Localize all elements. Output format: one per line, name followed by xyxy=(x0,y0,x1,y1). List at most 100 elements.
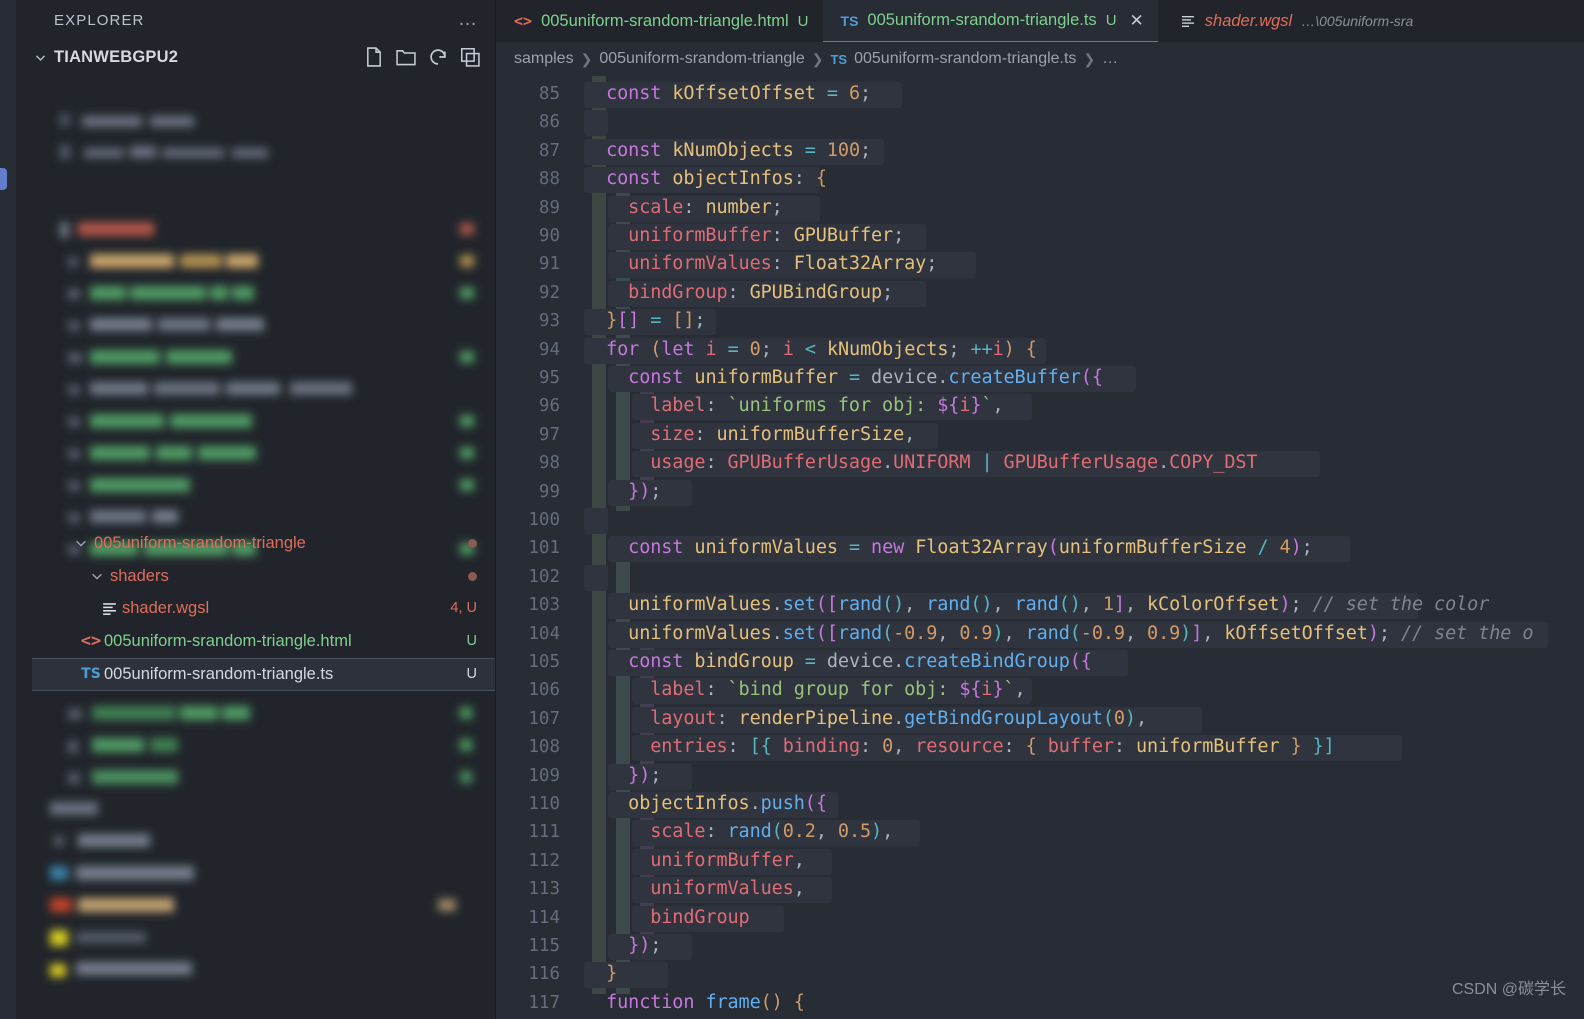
code-token: : xyxy=(793,168,816,190)
code-line[interactable]: layout: renderPipeline.getBindGroupLayou… xyxy=(584,708,1147,729)
code-line[interactable]: const objectInfos: { xyxy=(584,168,827,189)
line-number: 100 xyxy=(528,510,560,530)
tree-item-folder-shaders[interactable]: shaders xyxy=(16,560,495,593)
line-number: 104 xyxy=(528,623,560,644)
breadcrumb-item-symbol[interactable]: … xyxy=(1102,50,1118,68)
code-token: rand xyxy=(926,594,971,616)
code-line[interactable]: }); xyxy=(584,481,661,502)
code-token: getBindGroupLayout xyxy=(904,707,1103,729)
chevron-down-icon[interactable] xyxy=(68,536,94,550)
tab-label: shader.wgsl xyxy=(1204,11,1293,30)
tree-item-folder-005uniform-srandom-triangle[interactable]: 005uniform-srandom-triangle xyxy=(16,527,495,560)
code-token: usage xyxy=(650,452,706,474)
code-token: . xyxy=(893,707,905,729)
code-editor[interactable]: 85 const kOffsetOffset = 6; 86 87 const kN… xyxy=(496,76,1584,1019)
code-token: renderPipeline xyxy=(738,707,894,729)
code-token: ) xyxy=(1279,594,1291,616)
breadcrumb-item-file[interactable]: 005uniform-srandom-triangle.ts xyxy=(854,50,1076,68)
code-token: 0 xyxy=(1113,707,1125,729)
code-line[interactable]: const kNumObjects = 100; xyxy=(584,140,871,161)
close-icon[interactable]: ✕ xyxy=(1130,11,1144,31)
file-status-badge: 4, U xyxy=(450,600,477,617)
code-token: layout xyxy=(650,707,717,729)
tab-html[interactable]: <> 005uniform-srandom-triangle.html U xyxy=(496,0,823,42)
code-line[interactable]: for (let i = 0; i < kNumObjects; ++i) { xyxy=(584,339,1037,360)
code-line[interactable]: const bindGroup = device.createBindGroup… xyxy=(584,651,1092,672)
code-line[interactable]: size: uniformBufferSize, xyxy=(584,424,915,445)
code-token: ; xyxy=(694,310,706,332)
code-line[interactable]: const uniformBuffer = device.createBuffe… xyxy=(584,367,1103,388)
explorer-more-actions-icon[interactable]: … xyxy=(458,10,479,29)
tree-item-label: 005uniform-srandom-triangle.ts xyxy=(104,664,334,683)
chevron-down-icon[interactable] xyxy=(30,51,50,64)
code-token: GPUBufferUsage xyxy=(1003,452,1159,474)
code-token: } xyxy=(606,963,618,985)
code-line[interactable]: uniformValues.set([rand(), rand(), rand(… xyxy=(584,594,1489,615)
code-line[interactable]: scale: number; xyxy=(584,197,783,218)
code-token: : xyxy=(860,736,883,758)
code-token: , xyxy=(1080,594,1103,616)
code-token: let xyxy=(661,338,695,360)
line-number: 86 xyxy=(538,112,560,133)
code-token: : xyxy=(771,225,794,246)
code-line[interactable]: }); xyxy=(584,935,661,956)
new-file-icon[interactable] xyxy=(363,46,385,68)
code-line[interactable]: uniformValues, xyxy=(584,878,805,899)
code-line[interactable]: uniformValues.set([rand(-0.9, 0.9), rand… xyxy=(584,623,1533,644)
code-line[interactable]: const kOffsetOffset = 6; xyxy=(584,83,871,104)
code-line[interactable]: label: `uniforms for obj: ${i}`, xyxy=(584,395,1003,417)
ts-icon: TS xyxy=(81,666,101,683)
new-folder-icon[interactable] xyxy=(395,46,417,68)
code-line[interactable]: } xyxy=(584,963,617,984)
code-line[interactable]: const uniformValues = new Float32Array(u… xyxy=(584,537,1313,558)
refresh-icon[interactable] xyxy=(427,46,449,68)
code-line[interactable]: uniformValues: Float32Array; xyxy=(584,253,937,274)
tree-item-file-shader-wgsl[interactable]: shader.wgsl 4, U xyxy=(16,592,495,625)
file-status-badge: U xyxy=(466,666,477,683)
line-number: 108 xyxy=(528,737,560,758)
code-line[interactable]: uniformBuffer, xyxy=(584,850,805,871)
code-token: const xyxy=(606,168,662,190)
breadcrumb-item-samples[interactable]: samples xyxy=(514,50,574,68)
code-line[interactable]: scale: rand(0.2, 0.5), xyxy=(584,821,893,842)
code-line[interactable]: function frame() { xyxy=(584,992,805,1013)
code-token: : xyxy=(705,395,728,417)
code-token: }) xyxy=(628,480,651,502)
code-line[interactable]: usage: GPUBufferUsage.UNIFORM | GPUBuffe… xyxy=(584,452,1257,473)
code-line[interactable]: bindGroup: GPUBindGroup; xyxy=(584,282,893,303)
file-tree[interactable]: 005uniform-srandom-triangle shaders shad… xyxy=(16,74,495,1019)
code-line[interactable]: label: `bind group for obj: ${i}`, xyxy=(584,679,1025,700)
code-token: size xyxy=(650,423,695,445)
code-token: new xyxy=(871,537,905,559)
tree-item-file-ts-selected[interactable]: TS 005uniform-srandom-triangle.ts U xyxy=(32,658,495,691)
code-token: ` xyxy=(981,395,993,417)
breadcrumb-item-folder[interactable]: 005uniform-srandom-triangle xyxy=(599,50,804,68)
tab-ts[interactable]: TS 005uniform-srandom-triangle.ts U ✕ xyxy=(822,0,1158,42)
code-token: 4 xyxy=(1279,537,1291,559)
code-line[interactable]: bindGroup xyxy=(584,907,749,928)
code-line[interactable]: uniformBuffer: GPUBuffer; xyxy=(584,225,904,246)
code-token: COPY_DST xyxy=(1169,452,1258,474)
tree-item-file-html[interactable]: <> 005uniform-srandom-triangle.html U xyxy=(16,625,495,658)
code-line[interactable]: }[] = []; xyxy=(584,310,705,331)
collapse-all-icon[interactable] xyxy=(459,46,481,68)
code-token: , xyxy=(793,849,805,871)
code-token: { xyxy=(1025,338,1037,360)
chevron-down-icon[interactable] xyxy=(84,569,110,583)
code-token: uniformValues xyxy=(650,878,794,900)
code-line[interactable]: objectInfos.push({ xyxy=(584,793,827,814)
code-line[interactable]: entries: [{ binding: 0, resource: { buff… xyxy=(584,736,1335,757)
code-line[interactable]: }); xyxy=(584,765,661,786)
workspace-root-row[interactable]: TIANWEBGPU2 xyxy=(16,40,495,74)
tab-wgsl[interactable]: shader.wgsl …\005uniform-sra xyxy=(1157,0,1428,42)
code-token: ; xyxy=(893,225,905,246)
